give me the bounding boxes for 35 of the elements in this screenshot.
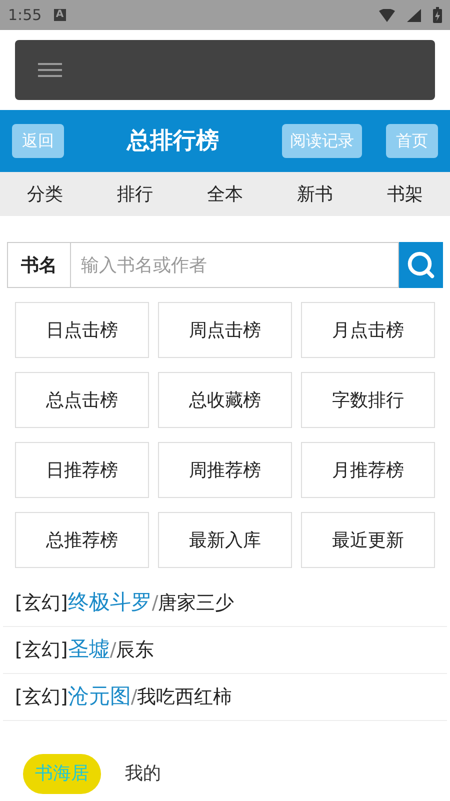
ranking-button[interactable]: 月推荐榜 bbox=[301, 442, 435, 498]
ranking-button[interactable]: 总推荐榜 bbox=[15, 512, 149, 568]
search-icon bbox=[406, 250, 436, 280]
ranking-button[interactable]: 总点击榜 bbox=[15, 372, 149, 428]
nav-link[interactable]: 书架 bbox=[387, 180, 423, 208]
menu-icon[interactable] bbox=[38, 62, 62, 78]
search-field[interactable]: 输入书名或作者 bbox=[71, 242, 399, 288]
wifi-icon bbox=[379, 8, 395, 22]
ranking-button[interactable]: 最近更新 bbox=[301, 512, 435, 568]
book-entry: [玄幻]终极斗罗/唐家三少 bbox=[15, 589, 234, 616]
ranking-button[interactable]: 字数排行 bbox=[301, 372, 435, 428]
notification-icon: A bbox=[54, 9, 66, 21]
book-title-link[interactable]: 圣墟 bbox=[68, 637, 110, 662]
search-button[interactable] bbox=[399, 242, 443, 288]
ranking-button[interactable]: 周推荐榜 bbox=[158, 442, 292, 498]
battery-icon bbox=[433, 7, 442, 23]
book-title-link[interactable]: 终极斗罗 bbox=[68, 590, 152, 614]
nav-link[interactable]: 全本 bbox=[207, 180, 243, 208]
nav-link[interactable]: 新书 bbox=[297, 180, 333, 208]
ranking-button[interactable]: 月点击榜 bbox=[301, 302, 435, 358]
search-label: 书名 bbox=[7, 242, 71, 288]
nav-link[interactable]: 分类 bbox=[27, 180, 63, 208]
book-entry: [玄幻]沧元图/我吃西红柿 bbox=[15, 683, 232, 710]
ranking-button[interactable]: 日推荐榜 bbox=[15, 442, 149, 498]
book-entry: [玄幻]圣墟/辰东 bbox=[15, 636, 154, 664]
ranking-button[interactable]: 周点击榜 bbox=[158, 302, 292, 358]
page-title: 总排行榜 bbox=[125, 126, 220, 156]
ranking-button[interactable]: 总收藏榜 bbox=[158, 372, 292, 428]
ranking-button[interactable]: 日点击榜 bbox=[15, 302, 149, 358]
nav-link[interactable]: 排行 bbox=[117, 180, 153, 208]
ranking-button[interactable]: 最新入库 bbox=[158, 512, 292, 568]
bottom-tab[interactable]: 我的 bbox=[117, 754, 169, 794]
signal-icon bbox=[407, 8, 421, 22]
book-title-link[interactable]: 沧元图 bbox=[68, 684, 131, 708]
status-time: 1:55 bbox=[8, 4, 42, 26]
